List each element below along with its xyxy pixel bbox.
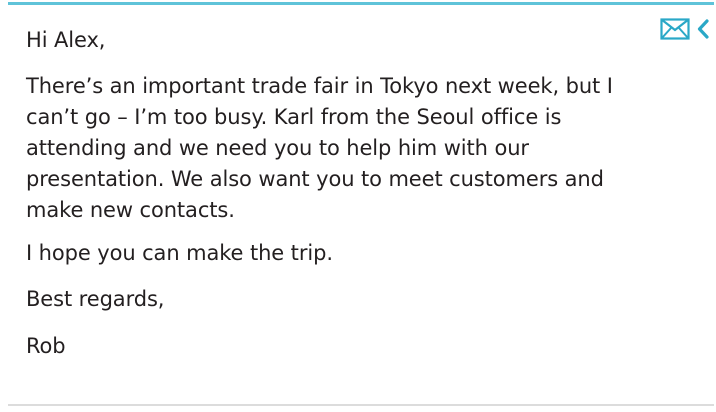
body-line: make new contacts. [26, 198, 235, 222]
chevron-left-icon[interactable] [696, 18, 710, 40]
closing-text: Best regards, [26, 287, 165, 311]
hope-text: I hope you can make the trip. [26, 241, 333, 265]
main-paragraph: There’s an important trade fair in Tokyo… [26, 71, 676, 226]
message-body: Hi Alex, There’s an important trade fair… [26, 25, 676, 362]
greeting-text: Hi Alex, [26, 28, 106, 52]
signature-text: Rob [26, 334, 66, 358]
body-line: can’t go – I’m too busy. Karl from the S… [26, 105, 562, 129]
email-message-card: Hi Alex, There’s an important trade fair… [8, 2, 714, 406]
body-line: attending and we need you to help him wi… [26, 136, 529, 160]
body-line: presentation. We also want you to meet c… [26, 167, 604, 191]
body-line: There’s an important trade fair in Tokyo… [26, 74, 613, 98]
